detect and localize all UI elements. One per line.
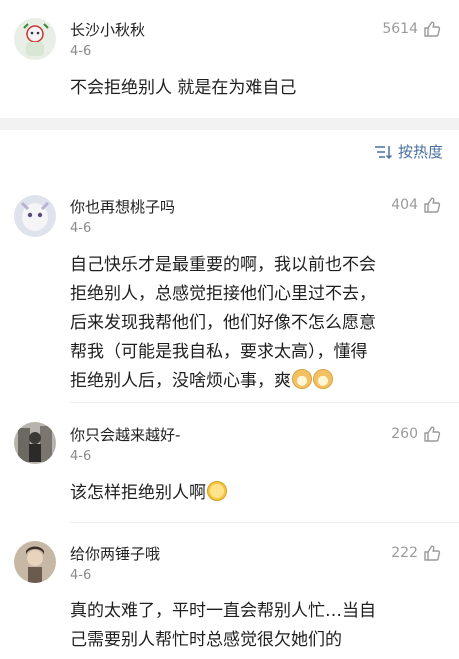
comment-line: 拒绝别人后，没啥烦心事，爽 [70, 367, 443, 396]
comment-line-text: 该怎样拒绝别人啊 [70, 483, 206, 503]
avatar[interactable] [14, 422, 56, 464]
like-button[interactable]: 5614 [382, 20, 441, 38]
section-divider [0, 118, 459, 130]
comment-line-text: 拒绝别人后，没啥烦心事，爽 [70, 371, 291, 391]
sort-label: 按热度 [397, 143, 443, 161]
comment-line: 帮我（可能是我自私，要求太高），懂得 [70, 342, 368, 362]
thumbs-up-icon [423, 196, 441, 214]
like-button[interactable]: 222 [391, 544, 441, 562]
avatar[interactable] [14, 18, 56, 60]
comment-author[interactable]: 你只会越来越好- [70, 424, 180, 445]
comment-item: 给你两锤子哦 4-6 222 真的太难了，平时一直会帮别人忙…当自 己需要别人帮… [0, 523, 459, 659]
shiba-emoji [292, 369, 312, 389]
comment-date: 4-6 [70, 449, 92, 464]
comment-author[interactable]: 长沙小秋秋 [70, 19, 145, 40]
avatar[interactable] [14, 541, 56, 583]
comment-date: 4-6 [70, 44, 92, 59]
comment-text: 真的太难了，平时一直会帮别人忙…当自 己需要别人帮忙时总感觉很欠她们的 [70, 597, 443, 655]
comment-date: 4-6 [70, 568, 92, 583]
comment-line: 该怎样拒绝别人啊 [70, 479, 443, 508]
thumbs-up-icon [423, 544, 441, 562]
comment-author[interactable]: 给你两锤子哦 [70, 543, 160, 564]
comment-author[interactable]: 你也再想桃子吗 [70, 196, 175, 217]
comment-line: 自己快乐才是最重要的啊，我以前也不会 [70, 255, 376, 275]
smile-emoji [207, 481, 227, 501]
comment-text: 该怎样拒绝别人啊 [70, 479, 443, 508]
comment-text: 自己快乐才是最重要的啊，我以前也不会 拒绝别人，总感觉拒接他们心里过不去， 后来… [70, 251, 443, 396]
sort-icon [374, 144, 393, 160]
avatar[interactable] [14, 195, 56, 237]
comment-line: 己需要别人帮忙时总感觉很欠她们的 [70, 630, 342, 650]
like-count: 260 [391, 426, 418, 442]
comment-item: 你只会越来越好- 4-6 260 该怎样拒绝别人啊 [0, 403, 459, 513]
shiba-emoji [313, 369, 333, 389]
comment-text: 不会拒绝别人 就是在为难自己 [70, 78, 297, 98]
comment-item: 长沙小秋秋 4-6 5614 不会拒绝别人 就是在为难自己 [0, 0, 459, 118]
comment-item: 你也再想桃子吗 4-6 404 自己快乐才是最重要的啊，我以前也不会 拒绝别人，… [0, 180, 459, 400]
sort-toggle[interactable]: 按热度 [374, 141, 443, 162]
comment-date: 4-6 [70, 221, 92, 236]
comment-line: 真的太难了，平时一直会帮别人忙…当自 [70, 601, 376, 621]
like-count: 222 [391, 545, 418, 561]
comment-line: 拒绝别人，总感觉拒接他们心里过不去， [70, 284, 376, 304]
thumbs-up-icon [423, 20, 441, 38]
like-count: 5614 [382, 21, 418, 37]
thumbs-up-icon [423, 425, 441, 443]
like-button[interactable]: 404 [391, 196, 441, 214]
comment-line: 后来发现我帮他们，他们好像不怎么愿意 [70, 313, 376, 333]
like-button[interactable]: 260 [391, 425, 441, 443]
like-count: 404 [391, 197, 418, 213]
